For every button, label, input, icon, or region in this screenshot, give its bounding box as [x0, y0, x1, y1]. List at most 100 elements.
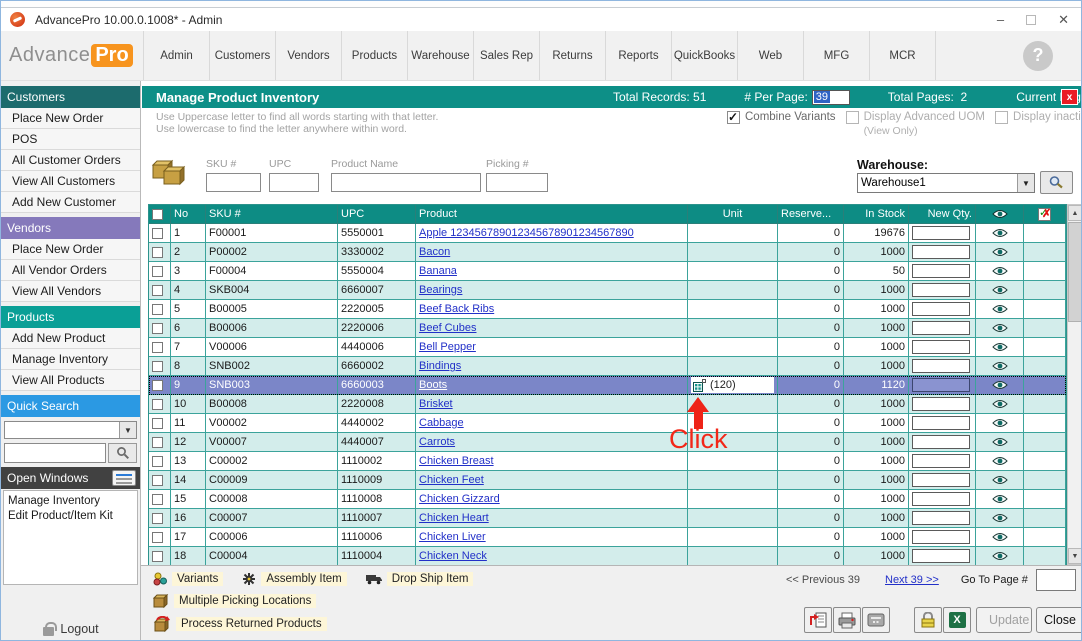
table-row[interactable]: 2 P00002 3330002 Bacon 0 1000	[149, 243, 1066, 262]
row-checkbox[interactable]	[152, 228, 163, 239]
sidebar-item-pos[interactable]: POS	[1, 129, 140, 150]
new-qty-input[interactable]	[912, 492, 970, 506]
new-qty-input[interactable]	[912, 302, 970, 316]
checkbox-display-advanced-uom[interactable]	[846, 111, 859, 124]
print-button[interactable]	[833, 607, 861, 633]
scroll-down-icon[interactable]: ▼	[1068, 548, 1082, 564]
new-qty-input[interactable]	[912, 359, 970, 373]
sidebar-item-add-new-customer[interactable]: Add New Customer	[1, 192, 140, 213]
product-link[interactable]: Brisket	[419, 398, 453, 410]
nav-item-reports[interactable]: Reports	[606, 31, 672, 80]
product-link[interactable]: Beef Back Ribs	[419, 303, 494, 315]
quick-search-dropdown[interactable]: ▼	[4, 421, 137, 439]
new-qty-input[interactable]	[912, 511, 970, 525]
row-checkbox[interactable]	[152, 304, 163, 315]
per-page-input[interactable]: 39	[812, 90, 850, 105]
product-link[interactable]: Chicken Breast	[419, 455, 494, 467]
product-link[interactable]: Bearings	[419, 284, 462, 296]
new-qty-input[interactable]	[912, 435, 970, 449]
new-qty-input[interactable]	[912, 454, 970, 468]
nav-item-web[interactable]: Web	[738, 31, 804, 80]
table-row[interactable]: 12 V00007 4440007 Carrots 0 1000	[149, 433, 1066, 452]
table-row[interactable]: 1 F00001 5550001 Apple 12345678901234567…	[149, 224, 1066, 243]
option-display-advanced-uom[interactable]: Display Advanced UOM(View Only)	[846, 111, 985, 124]
window-list-icon[interactable]	[112, 470, 136, 486]
lock-prices-button[interactable]	[914, 607, 942, 633]
table-row[interactable]: 15 C00008 1110008 Chicken Gizzard 0 1000	[149, 490, 1066, 509]
new-qty-input[interactable]	[912, 226, 970, 240]
row-checkbox[interactable]	[152, 551, 163, 562]
view-eye-icon[interactable]	[976, 319, 1024, 338]
table-row[interactable]: 7 V00006 4440006 Bell Pepper 0 1000	[149, 338, 1066, 357]
table-row[interactable]: 14 C00009 1110009 Chicken Feet 0 1000	[149, 471, 1066, 490]
scroll-up-icon[interactable]: ▲	[1068, 205, 1082, 221]
nav-item-mcr[interactable]: MCR	[870, 31, 936, 80]
checkbox-combine-variants[interactable]	[727, 111, 740, 124]
table-row[interactable]: 13 C00002 1110002 Chicken Breast 0 1000	[149, 452, 1066, 471]
product-link[interactable]: Boots	[419, 379, 447, 391]
row-checkbox[interactable]	[152, 380, 163, 391]
table-row[interactable]: 9 SNB003 6660003 Boots (120) 0 1120	[149, 376, 1066, 395]
quick-search-button[interactable]	[108, 443, 137, 463]
new-qty-input[interactable]	[912, 321, 970, 335]
view-eye-icon[interactable]	[976, 395, 1024, 414]
new-qty-input[interactable]	[912, 283, 970, 297]
sidebar-item-manage-inventory[interactable]: Manage Inventory	[1, 349, 140, 370]
view-eye-icon[interactable]	[976, 490, 1024, 509]
checkbox-display-inactive[interactable]	[995, 111, 1008, 124]
table-row[interactable]: 18 C00004 1110004 Chicken Neck 0 1000	[149, 547, 1066, 566]
view-eye-icon[interactable]	[976, 547, 1024, 566]
close-button[interactable]: ✕	[1058, 13, 1069, 26]
close-panel-button[interactable]: x	[1061, 89, 1078, 105]
product-link[interactable]: Carrots	[419, 436, 455, 448]
new-qty-input[interactable]	[912, 473, 970, 487]
view-eye-icon[interactable]	[976, 243, 1024, 262]
product-link[interactable]: Chicken Neck	[419, 550, 487, 562]
row-checkbox[interactable]	[152, 247, 163, 258]
row-checkbox[interactable]	[152, 361, 163, 372]
nav-item-quickbooks[interactable]: QuickBooks	[672, 31, 738, 80]
view-eye-icon[interactable]	[976, 376, 1024, 395]
row-checkbox[interactable]	[152, 418, 163, 429]
unit-badge[interactable]: (120)	[691, 377, 774, 393]
warehouse-select[interactable]: Warehouse1 ▼	[857, 173, 1035, 193]
table-row[interactable]: 17 C00006 1110006 Chicken Liver 0 1000	[149, 528, 1066, 547]
option-display-inactive[interactable]: Display inactive	[995, 111, 1082, 124]
transfer-report-button[interactable]	[804, 607, 832, 633]
maximize-button[interactable]	[1026, 15, 1036, 25]
table-row[interactable]: 6 B00006 2220006 Beef Cubes 0 1000	[149, 319, 1066, 338]
update-button[interactable]: Update	[976, 607, 1032, 633]
nav-item-products[interactable]: Products	[342, 31, 408, 80]
sidebar-item-add-new-product[interactable]: Add New Product	[1, 328, 140, 349]
row-checkbox[interactable]	[152, 456, 163, 467]
sidebar-item-view-all-vendors[interactable]: View All Vendors	[1, 281, 140, 302]
sidebar-item-place-new-order[interactable]: Place New Order	[1, 239, 140, 260]
view-eye-icon[interactable]	[976, 281, 1024, 300]
new-qty-input[interactable]	[912, 397, 970, 411]
table-row[interactable]: 4 SKB004 6660007 Bearings 0 1000	[149, 281, 1066, 300]
nav-item-admin[interactable]: Admin	[144, 31, 210, 80]
table-row[interactable]: 11 V00002 4440002 Cabbage 0 1000	[149, 414, 1066, 433]
product-link[interactable]: Chicken Liver	[419, 531, 486, 543]
nav-item-mfg[interactable]: MFG	[804, 31, 870, 80]
select-all-checkbox[interactable]	[152, 209, 163, 220]
table-scrollbar[interactable]: ▲ ▼	[1067, 204, 1082, 565]
new-qty-input[interactable]	[912, 530, 970, 544]
product-link[interactable]: Chicken Gizzard	[419, 493, 500, 505]
product-link[interactable]: Cabbage	[419, 417, 464, 429]
new-qty-input[interactable]	[912, 378, 970, 392]
chevron-down-icon[interactable]: ▼	[1017, 174, 1034, 192]
sidebar-item-place-new-order[interactable]: Place New Order	[1, 108, 140, 129]
open-window-item[interactable]: Edit Product/Item Kit	[8, 509, 133, 524]
nav-item-vendors[interactable]: Vendors	[276, 31, 342, 80]
table-row[interactable]: 3 F00004 5550004 Banana 0 50	[149, 262, 1066, 281]
new-qty-input[interactable]	[912, 549, 970, 563]
nav-item-returns[interactable]: Returns	[540, 31, 606, 80]
row-checkbox[interactable]	[152, 399, 163, 410]
table-row[interactable]: 5 B00005 2220005 Beef Back Ribs 0 1000	[149, 300, 1066, 319]
export-excel-button[interactable]: X	[943, 607, 971, 633]
product-link[interactable]: Bacon	[419, 246, 450, 258]
view-eye-icon[interactable]	[976, 452, 1024, 471]
row-checkbox[interactable]	[152, 323, 163, 334]
new-qty-input[interactable]	[912, 340, 970, 354]
